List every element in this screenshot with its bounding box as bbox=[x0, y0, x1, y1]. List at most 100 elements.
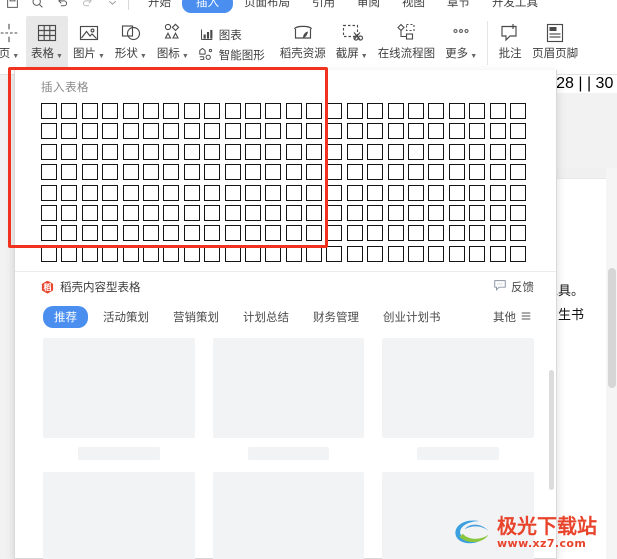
template-card[interactable] bbox=[43, 338, 195, 461]
table-grid-cell[interactable] bbox=[346, 143, 363, 160]
table-grid-cell[interactable] bbox=[408, 143, 425, 160]
table-grid-cell[interactable] bbox=[346, 225, 363, 242]
table-grid-cell[interactable] bbox=[326, 245, 343, 262]
table-grid-cell[interactable] bbox=[428, 164, 445, 181]
table-grid-cell[interactable] bbox=[326, 143, 343, 160]
table-grid-cell[interactable] bbox=[183, 123, 200, 140]
table-grid-cell[interactable] bbox=[489, 164, 506, 181]
table-grid-cell[interactable] bbox=[285, 103, 302, 119]
ribbon-button-comment[interactable]: 批注 bbox=[493, 16, 527, 71]
table-grid-cell[interactable] bbox=[122, 103, 139, 119]
table-grid-cell[interactable] bbox=[41, 225, 57, 242]
chevron-down-icon[interactable] bbox=[106, 0, 120, 10]
table-grid-cell[interactable] bbox=[122, 184, 139, 201]
ribbon-button-icons[interactable]: 图标 ▼ bbox=[152, 16, 194, 71]
table-grid-cell[interactable] bbox=[387, 245, 404, 262]
table-grid-cell[interactable] bbox=[244, 225, 261, 242]
table-grid-cell[interactable] bbox=[469, 103, 486, 119]
table-grid-cell[interactable] bbox=[448, 245, 465, 262]
table-grid-cell[interactable] bbox=[61, 123, 78, 140]
ribbon-button-page-break[interactable]: 页 ▼ bbox=[0, 16, 26, 71]
table-grid-cell[interactable] bbox=[204, 143, 221, 160]
table-grid-cell[interactable] bbox=[204, 184, 221, 201]
redo-icon[interactable] bbox=[81, 0, 95, 10]
table-grid-cell[interactable] bbox=[224, 143, 241, 160]
table-grid-cell[interactable] bbox=[306, 245, 323, 262]
scrollbar-thumb[interactable] bbox=[608, 268, 616, 388]
print-preview-icon[interactable] bbox=[31, 0, 45, 10]
table-grid-cell[interactable] bbox=[102, 123, 119, 140]
table-grid-cell[interactable] bbox=[224, 245, 241, 262]
table-grid-cell[interactable] bbox=[326, 123, 343, 140]
table-grid-cell[interactable] bbox=[448, 184, 465, 201]
table-grid-cell[interactable] bbox=[306, 204, 323, 221]
ribbon-button-header-footer[interactable]: 页眉页脚 bbox=[527, 16, 583, 71]
table-grid-cell[interactable] bbox=[346, 164, 363, 181]
table-grid-cell[interactable] bbox=[428, 245, 445, 262]
table-grid-cell[interactable] bbox=[224, 184, 241, 201]
table-grid-cell[interactable] bbox=[265, 164, 282, 181]
table-grid-cell[interactable] bbox=[41, 204, 57, 221]
table-grid-cell[interactable] bbox=[204, 204, 221, 221]
table-grid-cell[interactable] bbox=[41, 184, 57, 201]
table-grid-cell[interactable] bbox=[142, 245, 159, 262]
table-grid-cell[interactable] bbox=[448, 103, 465, 119]
template-card[interactable] bbox=[382, 338, 534, 461]
table-grid-cell[interactable] bbox=[265, 184, 282, 201]
table-grid-cell[interactable] bbox=[509, 123, 526, 140]
table-grid-cell[interactable] bbox=[387, 204, 404, 221]
table-grid-cell[interactable] bbox=[408, 123, 425, 140]
template-card[interactable] bbox=[212, 472, 365, 559]
table-grid-cell[interactable] bbox=[183, 184, 200, 201]
table-grid-cell[interactable] bbox=[509, 164, 526, 181]
table-grid-cell[interactable] bbox=[204, 245, 221, 262]
table-grid-cell[interactable] bbox=[509, 204, 526, 221]
table-grid-cell[interactable] bbox=[489, 143, 506, 160]
table-grid-cell[interactable] bbox=[265, 123, 282, 140]
table-grid-cell[interactable] bbox=[61, 143, 78, 160]
table-grid-cell[interactable] bbox=[183, 204, 200, 221]
ribbon-button-online-flowchart[interactable]: 在线流程图 bbox=[373, 16, 441, 71]
table-grid-cell[interactable] bbox=[306, 103, 323, 119]
table-grid-cell[interactable] bbox=[489, 123, 506, 140]
table-grid-cell[interactable] bbox=[469, 245, 486, 262]
table-grid-cell[interactable] bbox=[244, 245, 261, 262]
table-grid-cell[interactable] bbox=[489, 204, 506, 221]
table-grid-cell[interactable] bbox=[387, 123, 404, 140]
table-grid-cell[interactable] bbox=[163, 143, 180, 160]
table-grid-cell[interactable] bbox=[224, 204, 241, 221]
table-grid-cell[interactable] bbox=[285, 143, 302, 160]
table-grid-cell[interactable] bbox=[163, 225, 180, 242]
table-grid-cell[interactable] bbox=[142, 225, 159, 242]
table-grid-cell[interactable] bbox=[489, 245, 506, 262]
table-grid-cell[interactable] bbox=[204, 123, 221, 140]
template-card[interactable] bbox=[43, 472, 195, 559]
table-grid-cell[interactable] bbox=[204, 164, 221, 181]
table-grid-cell[interactable] bbox=[509, 184, 526, 201]
table-grid-cell[interactable] bbox=[102, 184, 119, 201]
table-grid-cell[interactable] bbox=[142, 184, 159, 201]
table-grid-cell[interactable] bbox=[387, 143, 404, 160]
table-grid-cell[interactable] bbox=[163, 103, 180, 119]
tab-developer-tools[interactable]: 开发工具 bbox=[481, 0, 549, 13]
table-grid-cell[interactable] bbox=[61, 164, 78, 181]
table-size-picker[interactable] bbox=[15, 101, 556, 264]
table-grid-cell[interactable] bbox=[367, 123, 384, 140]
table-grid-cell[interactable] bbox=[428, 143, 445, 160]
table-grid-cell[interactable] bbox=[204, 225, 221, 242]
table-grid-cell[interactable] bbox=[387, 184, 404, 201]
table-grid-cell[interactable] bbox=[244, 103, 261, 119]
table-grid-cell[interactable] bbox=[81, 164, 98, 181]
table-grid-cell[interactable] bbox=[183, 245, 200, 262]
category-event-planning[interactable]: 活动策划 bbox=[94, 306, 158, 328]
docer-table-label-group[interactable]: 稻 稻壳内容型表格 bbox=[41, 279, 141, 295]
table-grid-cell[interactable] bbox=[408, 225, 425, 242]
template-card[interactable] bbox=[212, 338, 365, 461]
table-grid-cell[interactable] bbox=[387, 164, 404, 181]
table-grid-cell[interactable] bbox=[326, 225, 343, 242]
table-grid-cell[interactable] bbox=[81, 123, 98, 140]
table-grid-cell[interactable] bbox=[469, 184, 486, 201]
table-grid-cell[interactable] bbox=[122, 164, 139, 181]
category-marketing-planning[interactable]: 营销策划 bbox=[164, 306, 228, 328]
table-grid-cell[interactable] bbox=[285, 164, 302, 181]
